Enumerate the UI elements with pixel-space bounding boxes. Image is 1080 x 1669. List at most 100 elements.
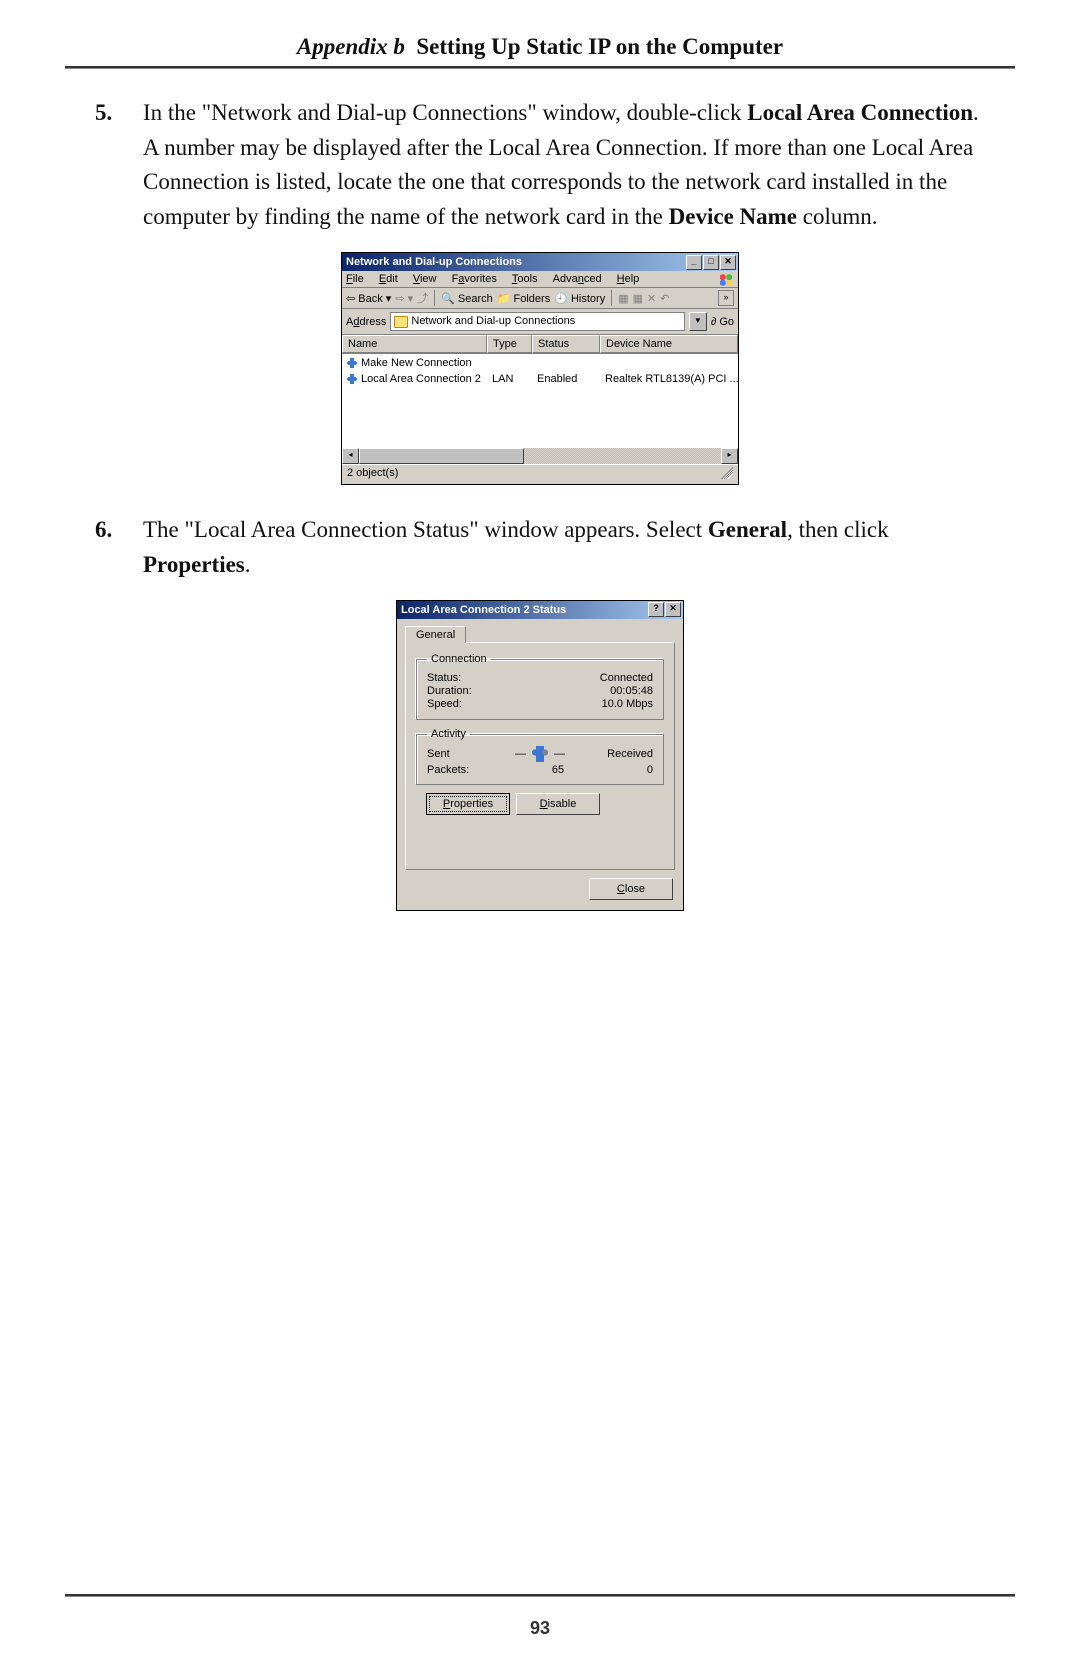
step-6: 6. The "Local Area Connection Status" wi…: [95, 513, 995, 582]
packets-sent-value: 65: [552, 764, 564, 776]
menu-view[interactable]: View: [413, 273, 437, 285]
folder-icon: [394, 316, 408, 328]
text: , then click: [787, 517, 889, 542]
menu-advanced[interactable]: Advanced: [553, 273, 602, 285]
scroll-thumb[interactable]: [359, 448, 524, 464]
scroll-left-button[interactable]: ◂: [342, 448, 359, 464]
network-activity-icon: [530, 746, 550, 762]
status-row: Status: Connected: [427, 672, 653, 684]
disable-button[interactable]: Disable: [516, 793, 600, 815]
step-5-number: 5.: [95, 96, 143, 131]
scroll-track[interactable]: [359, 448, 721, 464]
menu-edit[interactable]: Edit: [379, 273, 398, 285]
screenshot-lan-status: Local Area Connection 2 Status ? ✕ Gener…: [396, 600, 684, 911]
col-status[interactable]: Status: [532, 335, 600, 353]
received-label: Received: [593, 748, 653, 760]
col-name[interactable]: Name: [342, 335, 487, 353]
address-value: Network and Dial-up Connections: [411, 313, 575, 330]
status-bar: 2 object(s): [342, 464, 738, 484]
window-controls: ? ✕: [648, 601, 681, 619]
properties-button[interactable]: Properties: [426, 793, 510, 815]
item-status: Enabled: [532, 373, 600, 385]
label: Duration:: [427, 685, 472, 697]
window-title: Local Area Connection 2 Status: [401, 601, 566, 619]
tab-general[interactable]: General: [405, 626, 466, 643]
activity-legend: Activity: [427, 728, 470, 740]
text: The "Local Area Connection Status" windo…: [143, 517, 708, 542]
forward-button[interactable]: ⇨ ▾: [395, 292, 413, 305]
back-button[interactable]: ⇦ Back ▾: [346, 292, 391, 305]
header-prefix: Appendix b: [297, 34, 405, 59]
undo-icon[interactable]: ↶: [660, 292, 669, 305]
delete-icon[interactable]: ✕: [647, 292, 656, 305]
connection-group: Connection Status: Connected Duration: 0…: [416, 653, 664, 720]
maximize-button[interactable]: □: [703, 255, 719, 270]
tab-strip: General: [397, 619, 683, 642]
scroll-right-button[interactable]: ▸: [721, 448, 738, 464]
menu-tools[interactable]: Tools: [512, 273, 538, 285]
step-6-number: 6.: [95, 513, 143, 548]
close-dialog-button[interactable]: Close: [589, 878, 673, 900]
go-button[interactable]: ∂ Go: [711, 316, 734, 328]
page-number: 93: [0, 1618, 1080, 1639]
header-rule: [65, 66, 1015, 68]
address-field[interactable]: Network and Dial-up Connections: [390, 312, 684, 331]
help-button[interactable]: ?: [648, 602, 664, 617]
resize-grip-icon[interactable]: [721, 467, 733, 479]
col-device[interactable]: Device Name: [600, 335, 738, 353]
label: Speed:: [427, 698, 462, 710]
speed-row: Speed: 10.0 Mbps: [427, 698, 653, 710]
menu-help[interactable]: Help: [617, 273, 640, 285]
address-dropdown-button[interactable]: ▼: [689, 312, 707, 331]
history-button[interactable]: 🕘 History: [554, 292, 605, 305]
item-name: Make New Connection: [361, 357, 472, 369]
text: column.: [797, 204, 878, 229]
bold-general: General: [708, 517, 787, 542]
item-device: Realtek RTL8139(A) PCI ...: [600, 373, 738, 385]
activity-header: Sent — — Received: [427, 746, 653, 762]
windows-logo-icon: [718, 273, 734, 287]
list-item-make-new-connection[interactable]: Make New Connection: [342, 355, 738, 371]
connection-legend: Connection: [427, 653, 491, 665]
move-icon[interactable]: ▦: [618, 292, 628, 305]
toolbar-separator: [434, 290, 435, 306]
packets-row: Packets: 65 0: [427, 764, 653, 776]
window-title: Network and Dial-up Connections: [346, 253, 522, 271]
menu-favorites[interactable]: Favorites: [452, 273, 497, 285]
document-page: Appendix b Setting Up Static IP on the C…: [0, 0, 1080, 1669]
window-titlebar: Local Area Connection 2 Status ? ✕: [397, 601, 683, 619]
copy-icon[interactable]: ▦: [633, 292, 643, 305]
list-header: Name Type Status Device Name: [342, 335, 738, 354]
menu-file[interactable]: File: [346, 273, 364, 285]
menu-bar: File Edit View Favorites Tools Advanced …: [342, 271, 738, 288]
footer-rule: [65, 1594, 1015, 1596]
tab-panel: Connection Status: Connected Duration: 0…: [405, 642, 675, 870]
close-button[interactable]: ✕: [720, 255, 736, 270]
list-item-local-area-connection-2[interactable]: Local Area Connection 2 LAN Enabled Real…: [342, 371, 738, 387]
list-content: Make New Connection Local Area Connectio…: [342, 354, 738, 448]
search-button[interactable]: 🔍 Search: [441, 292, 493, 305]
header-title: Setting Up Static IP on the Computer: [416, 34, 783, 59]
value: Connected: [600, 672, 653, 684]
horizontal-scrollbar[interactable]: ◂ ▸: [342, 448, 738, 464]
col-type[interactable]: Type: [487, 335, 532, 353]
page-header: Appendix b Setting Up Static IP on the C…: [65, 34, 1015, 60]
lan-icon: [346, 374, 358, 384]
item-name: Local Area Connection 2: [361, 373, 481, 385]
toolbar-overflow-button[interactable]: »: [718, 290, 734, 306]
value: 10.0 Mbps: [602, 698, 653, 710]
duration-row: Duration: 00:05:48: [427, 685, 653, 697]
packets-label: Packets:: [427, 764, 469, 776]
status-text: 2 object(s): [347, 467, 398, 482]
bold-local-area-connection: Local Area Connection: [747, 100, 973, 125]
packets-received-value: 0: [647, 764, 653, 776]
button-row: Properties Disable: [416, 793, 664, 823]
screenshot-network-connections: Network and Dial-up Connections _ □ ✕ Fi…: [341, 252, 739, 485]
folders-button[interactable]: 📁 Folders: [497, 292, 550, 305]
wizard-icon: [346, 358, 358, 368]
up-button[interactable]: ⤴: [417, 290, 428, 306]
close-button[interactable]: ✕: [665, 602, 681, 617]
label: Status:: [427, 672, 461, 684]
minimize-button[interactable]: _: [686, 255, 702, 270]
activity-diagram: — —: [515, 746, 565, 762]
